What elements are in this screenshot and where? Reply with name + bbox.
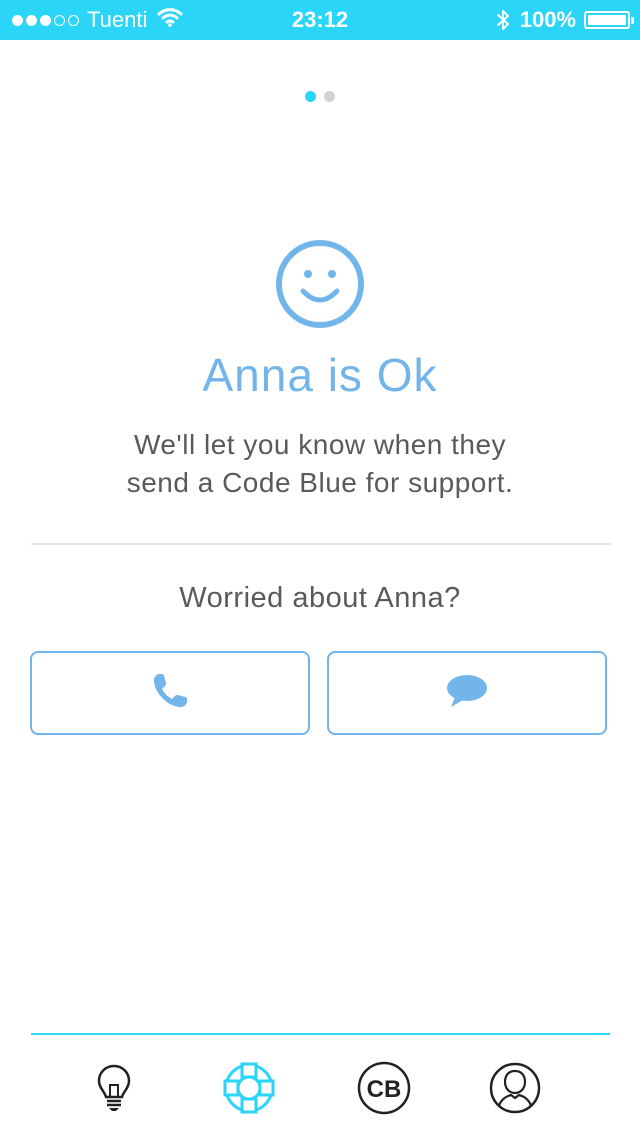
cb-badge-icon: CB — [356, 1060, 412, 1121]
phone-icon — [150, 671, 190, 716]
status-message-line-2: send a Code Blue for support. — [126, 467, 514, 498]
page-dot-1[interactable] — [305, 91, 316, 102]
worried-prompt: Worried about Anna? — [179, 582, 461, 614]
lifebuoy-icon — [222, 1061, 276, 1120]
chat-bubble-icon — [445, 673, 489, 714]
tab-bar-divider — [31, 1033, 610, 1035]
battery-percent: 100% — [519, 7, 576, 32]
bluetooth-icon — [496, 8, 510, 32]
status-bar: Tuenti 23:12 100% — [0, 0, 640, 40]
status-message-line-1: We'll let you know when they — [133, 429, 507, 460]
cb-badge-text: CB — [367, 1076, 402, 1103]
smiley-icon — [275, 239, 365, 334]
user-profile-icon — [488, 1061, 542, 1120]
screen: Tuenti 23:12 100% Anna is Ok We'll let y… — [0, 0, 640, 1136]
page-indicator[interactable] — [0, 91, 640, 102]
call-button[interactable] — [30, 651, 310, 735]
divider — [31, 543, 611, 545]
page-dot-2[interactable] — [324, 91, 335, 102]
status-bar-right: 100% — [496, 0, 634, 40]
tab-code-blue[interactable]: CB — [356, 1060, 412, 1121]
message-button[interactable] — [327, 651, 607, 735]
tab-ideas[interactable] — [86, 1062, 142, 1118]
status-message: We'll let you know when they send a Code… — [0, 426, 640, 502]
status-title: Anna is Ok — [202, 349, 438, 401]
battery-icon — [584, 11, 634, 29]
lightbulb-icon — [96, 1063, 132, 1118]
tab-support[interactable] — [221, 1062, 277, 1118]
tab-profile[interactable] — [487, 1062, 543, 1118]
